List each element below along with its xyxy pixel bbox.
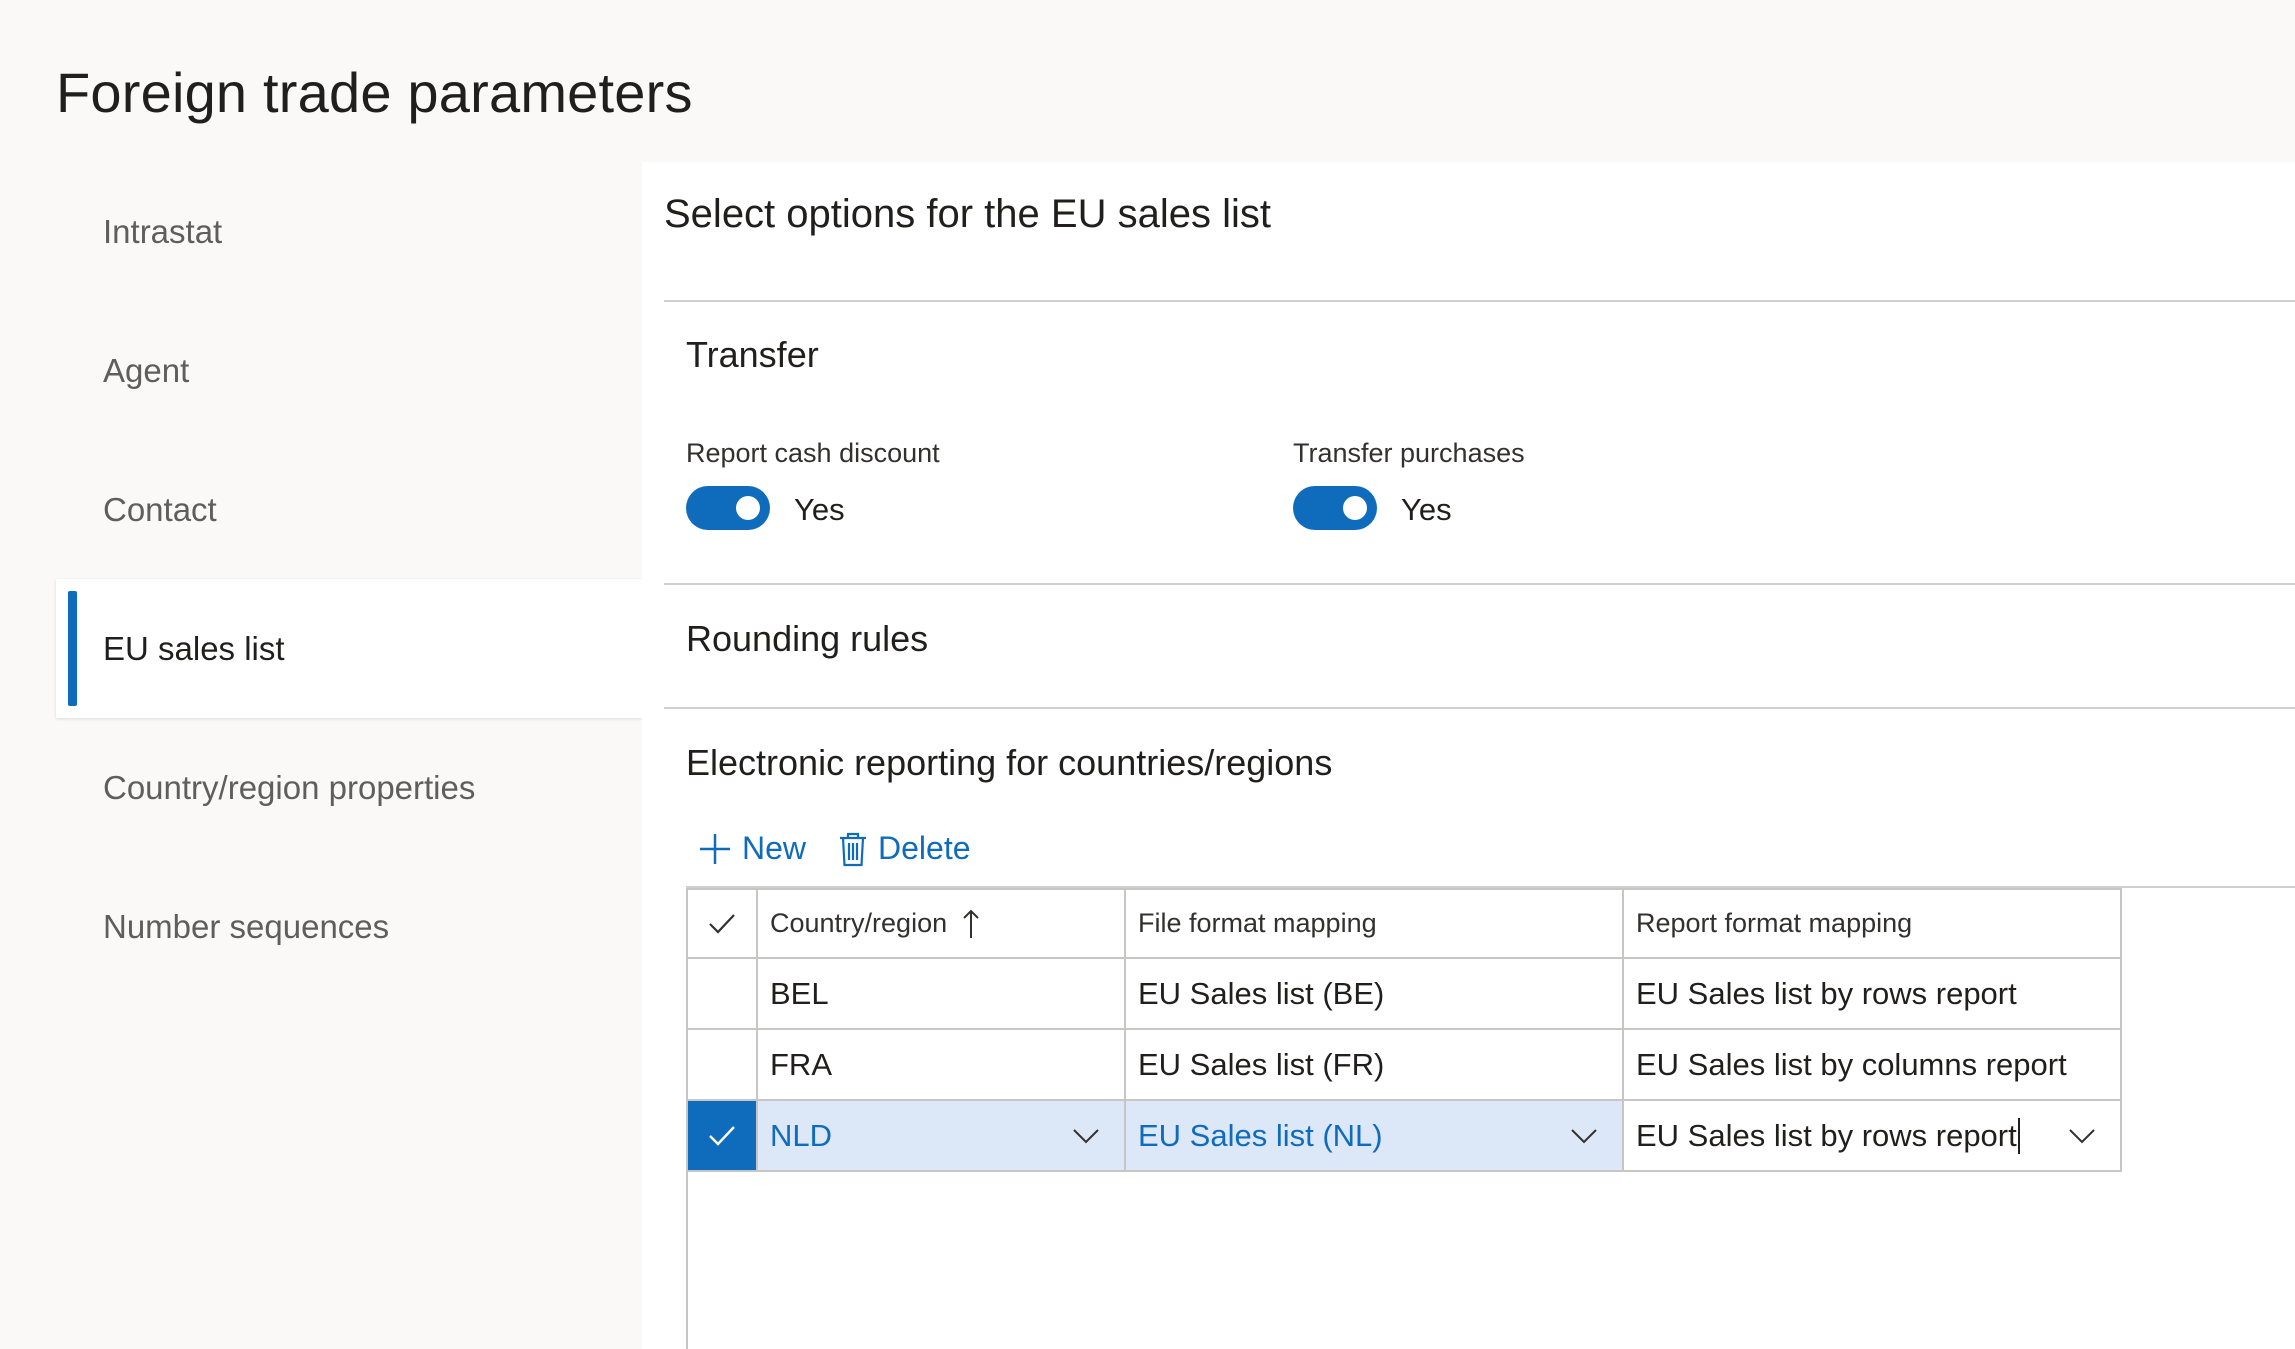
transfer-purchases-label: Transfer purchases <box>1293 438 1525 468</box>
nav-item-label: Number sequences <box>103 907 390 945</box>
page-title: Foreign trade parameters <box>56 61 693 124</box>
column-header-label: Country/region <box>770 908 948 938</box>
column-header-file-format-mapping[interactable]: File format mapping <box>1126 890 1624 957</box>
cell-report-format-mapping[interactable]: EU Sales list by rows report <box>1624 959 2122 1028</box>
delete-button-label: Delete <box>878 830 971 866</box>
input-value: EU Sales list by rows report <box>1636 1117 2017 1153</box>
section-divider <box>664 583 2295 585</box>
section-title-transfer[interactable]: Transfer <box>686 334 819 376</box>
toggle-knob <box>736 496 760 520</box>
nav-item-label: Contact <box>103 490 217 528</box>
delete-button[interactable]: Delete <box>838 830 971 867</box>
panel-header: Select options for the EU sales list <box>664 192 1271 236</box>
column-header-report-format-mapping[interactable]: Report format mapping <box>1624 890 2122 957</box>
section-title-rounding-rules[interactable]: Rounding rules <box>686 618 928 660</box>
column-header-label: Report format mapping <box>1636 908 1913 938</box>
transfer-purchases-toggle[interactable] <box>1293 486 1377 530</box>
cell-country-region[interactable]: FRA <box>758 1030 1126 1099</box>
chevron-down-icon[interactable] <box>2068 1128 2096 1144</box>
table-row[interactable]: BEL EU Sales list (BE) EU Sales list by … <box>688 959 2122 1030</box>
nav-item-number-sequences[interactable]: Number sequences <box>56 857 642 996</box>
table-row[interactable]: FRA EU Sales list (FR) EU Sales list by … <box>688 1030 2122 1101</box>
plus-icon <box>700 833 730 864</box>
cell-file-format-mapping[interactable]: EU Sales list (FR) <box>1126 1030 1624 1099</box>
grid-header-row: Country/region File format mapping Repor… <box>688 888 2122 959</box>
cell-report-format-mapping[interactable]: EU Sales list by columns report <box>1624 1030 2122 1099</box>
row-checkbox[interactable] <box>688 959 758 1028</box>
section-divider <box>664 300 2295 302</box>
trash-icon <box>840 832 866 866</box>
nav-item-contact[interactable]: Contact <box>56 440 642 579</box>
cell-country-region[interactable]: BEL <box>758 959 1126 1028</box>
text-caret <box>2017 1117 2020 1154</box>
section-title-electronic-reporting[interactable]: Electronic reporting for countries/regio… <box>686 742 1332 784</box>
file-format-mapping-dropdown[interactable]: EU Sales list (NL) <box>1126 1101 1624 1170</box>
er-grid: Country/region File format mapping Repor… <box>686 888 2122 1349</box>
table-row-selected[interactable]: NLD EU Sales list (NL) EU Sales list by … <box>688 1101 2122 1172</box>
column-header-label: File format mapping <box>1138 908 1377 938</box>
dropdown-value: EU Sales list (NL) <box>1138 1117 1383 1153</box>
select-all-checkbox[interactable] <box>688 890 758 957</box>
transfer-purchases-value: Yes <box>1401 492 1452 527</box>
checkmark-icon <box>709 913 735 934</box>
row-checkbox[interactable] <box>688 1101 758 1170</box>
column-header-country-region[interactable]: Country/region <box>758 890 1126 957</box>
toggle-knob <box>1343 496 1367 520</box>
chevron-down-icon[interactable] <box>1570 1128 1598 1144</box>
nav-item-agent[interactable]: Agent <box>56 301 642 440</box>
dropdown-value: NLD <box>770 1117 833 1153</box>
sort-ascending-icon <box>963 909 979 938</box>
chevron-down-icon[interactable] <box>1072 1128 1100 1144</box>
report-cash-discount-label: Report cash discount <box>686 438 940 468</box>
nav-item-label: Intrastat <box>103 212 223 250</box>
section-divider <box>664 707 2295 709</box>
new-button[interactable]: New <box>698 830 806 867</box>
row-checkbox[interactable] <box>688 1030 758 1099</box>
nav-item-intrastat[interactable]: Intrastat <box>56 162 642 301</box>
nav-item-country-region-properties[interactable]: Country/region properties <box>56 718 642 857</box>
report-cash-discount-toggle[interactable] <box>686 486 770 530</box>
report-format-mapping-input[interactable]: EU Sales list by rows report <box>1624 1101 2122 1170</box>
cell-file-format-mapping[interactable]: EU Sales list (BE) <box>1126 959 1624 1028</box>
left-nav: Intrastat Agent Contact EU sales list Co… <box>56 162 642 996</box>
nav-item-label: Country/region properties <box>103 768 476 806</box>
new-button-label: New <box>742 830 807 866</box>
nav-item-label: Agent <box>103 351 190 389</box>
checkmark-icon <box>709 1125 735 1146</box>
nav-item-eu-sales-list[interactable]: EU sales list <box>56 579 642 718</box>
country-region-dropdown[interactable]: NLD <box>758 1101 1126 1170</box>
nav-item-label: EU sales list <box>103 629 285 667</box>
report-cash-discount-value: Yes <box>794 492 845 527</box>
